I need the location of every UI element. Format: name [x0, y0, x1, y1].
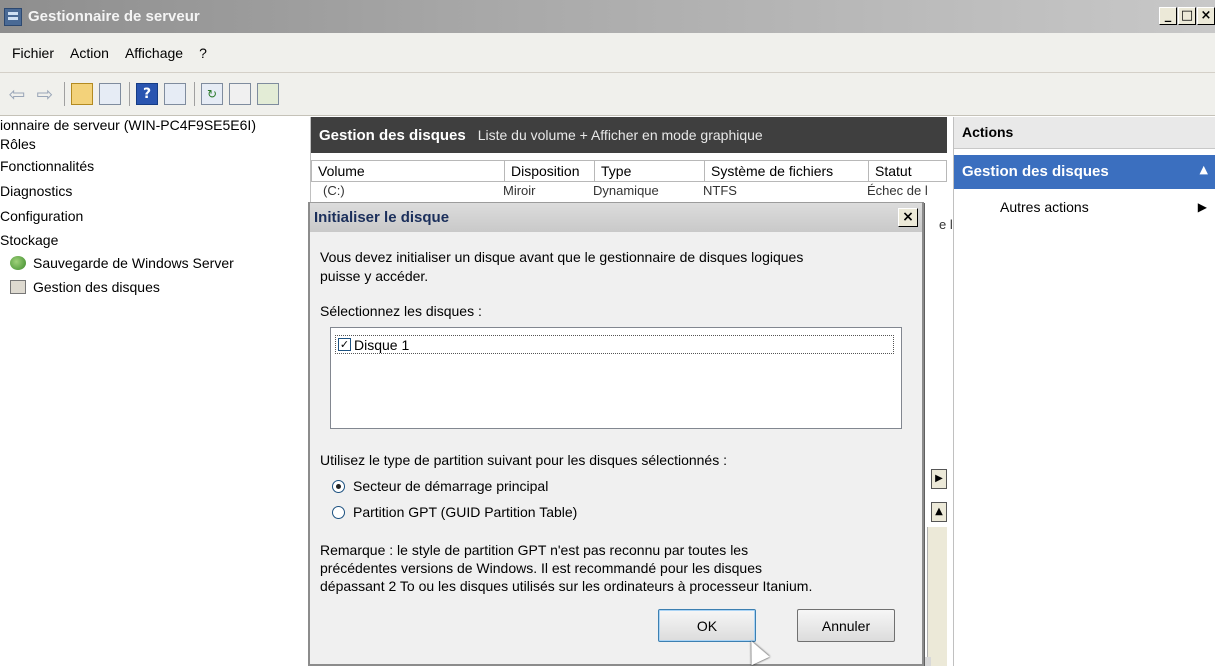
toolbar-separator — [129, 82, 130, 106]
row-statut: Échec de l — [867, 183, 928, 198]
volume-column-headers: Volume Disposition Type Système de fichi… — [311, 160, 947, 182]
toolbar: ⇦ ⇨ ? ↻ — [0, 73, 1215, 116]
server-manager-icon — [4, 7, 22, 26]
action-autres-actions[interactable]: Autres actions — [1000, 199, 1089, 215]
note-line1: Remarque : le style de partition GPT n'e… — [320, 542, 749, 558]
initialize-disk-dialog: Initialiser le disque × Vous devez initi… — [308, 202, 924, 666]
menu-action[interactable]: Action — [70, 45, 109, 61]
column-volume[interactable]: Volume — [311, 160, 505, 182]
mbr-radio[interactable] — [332, 479, 345, 493]
tree-root[interactable]: ionnaire de serveur (WIN-PC4F9SE5E6I) — [0, 117, 256, 133]
tree-item-sauvegarde[interactable]: Sauvegarde de Windows Server — [10, 255, 234, 271]
close-button[interactable]: × — [1197, 7, 1215, 25]
row-fs: NTFS — [703, 183, 737, 198]
tree-item-label: Gestion des disques — [33, 279, 160, 295]
disk-management-icon — [10, 280, 26, 294]
menu-affichage[interactable]: Affichage — [125, 45, 183, 61]
note-line3: dépassant 2 To ou les disques utilisés s… — [320, 578, 813, 594]
ok-button[interactable]: OK — [658, 609, 756, 642]
tree-item-gestion-disques[interactable]: Gestion des disques — [10, 279, 160, 295]
backup-icon — [10, 256, 26, 270]
center-header-subtitle: Liste du volume + Afficher en mode graph… — [477, 127, 763, 143]
actions-section-label: Gestion des disques — [962, 163, 1109, 180]
window-title: Gestionnaire de serveur — [28, 8, 200, 25]
disk-1-label: Disque 1 — [354, 336, 410, 353]
column-systeme-fichiers[interactable]: Système de fichiers — [705, 160, 869, 182]
column-disposition[interactable]: Disposition — [505, 160, 595, 182]
back-arrow-icon[interactable]: ⇦ — [6, 82, 28, 106]
dialog-titlebar: Initialiser le disque × — [310, 202, 922, 232]
column-statut[interactable]: Statut — [869, 160, 947, 182]
tree-item-configuration[interactable]: Configuration — [0, 208, 83, 224]
row-disposition: Miroir — [503, 183, 536, 198]
actions-section-gestion-disques[interactable]: Gestion des disques ▲ — [954, 155, 1215, 189]
column-type[interactable]: Type — [595, 160, 705, 182]
tree-item-stockage[interactable]: Stockage — [0, 232, 58, 248]
scroll-right-icon[interactable]: ▶ — [931, 469, 947, 489]
gpt-radio[interactable] — [332, 505, 345, 519]
scroll-up-icon[interactable]: ▲ — [931, 502, 947, 522]
gpt-option[interactable]: Partition GPT (GUID Partition Table) — [332, 504, 577, 520]
toolbar-separator — [194, 82, 195, 106]
tree-item-diagnostics[interactable]: Diagnostics — [0, 183, 72, 199]
maximize-button[interactable]: □ — [1178, 7, 1196, 25]
action-pane-icon[interactable] — [164, 83, 186, 105]
console-tree: ionnaire de serveur (WIN-PC4F9SE5E6I) Rô… — [0, 117, 306, 666]
cancel-button[interactable]: Annuler — [797, 609, 895, 642]
select-disks-label: Sélectionnez les disques : — [320, 303, 482, 319]
window-titlebar: Gestionnaire de serveur _ □ × — [0, 0, 1215, 33]
list-item[interactable]: ✓ Disque 1 — [335, 335, 894, 354]
menu-fichier[interactable]: Fichier — [12, 45, 54, 61]
center-header: Gestion des disques Liste du volume + Af… — [311, 117, 947, 153]
console-tree-icon[interactable] — [99, 83, 121, 105]
tree-item-fonctionnalites[interactable]: Fonctionnalités — [0, 158, 94, 174]
menu-bar: Fichier Action Affichage ? — [0, 33, 1215, 73]
actions-panel: Actions Gestion des disques ▲ Autres act… — [953, 117, 1215, 666]
mbr-option[interactable]: Secteur de démarrage principal — [332, 478, 548, 494]
tree-item-label: Sauvegarde de Windows Server — [33, 255, 234, 271]
up-folder-icon[interactable] — [71, 83, 93, 105]
dialog-title: Initialiser le disque — [314, 209, 450, 226]
disk-list[interactable]: ✓ Disque 1 — [330, 327, 902, 429]
dialog-intro-line2: puisse y accéder. — [320, 268, 429, 284]
scrollbar[interactable] — [927, 527, 947, 666]
tree-item-roles[interactable]: Rôles — [0, 136, 36, 152]
mbr-label: Secteur de démarrage principal — [353, 478, 549, 494]
partition-type-label: Utilisez le type de partition suivant po… — [320, 452, 727, 468]
properties-icon[interactable] — [229, 83, 251, 105]
table-row[interactable]: (C:) Miroir Dynamique NTFS Échec de l — [323, 183, 928, 198]
collapse-icon[interactable]: ▲ — [1200, 163, 1208, 181]
toolbar-separator — [64, 82, 65, 106]
dialog-intro-line1: Vous devez initialiser un disque avant q… — [320, 249, 804, 265]
export-icon[interactable] — [257, 83, 279, 105]
submenu-arrow-icon: ▶ — [1197, 200, 1207, 214]
window-controls: _ □ × — [1158, 7, 1215, 25]
disk-1-checkbox[interactable]: ✓ — [338, 338, 351, 351]
help-icon[interactable]: ? — [136, 83, 158, 105]
row-volume: (C:) — [323, 183, 345, 198]
gpt-label: Partition GPT (GUID Partition Table) — [353, 504, 578, 520]
actions-header: Actions — [954, 117, 1215, 149]
forward-arrow-icon[interactable]: ⇨ — [34, 82, 56, 106]
minimize-button[interactable]: _ — [1159, 7, 1177, 25]
menu-help[interactable]: ? — [199, 45, 207, 61]
refresh-icon[interactable]: ↻ — [201, 83, 223, 105]
center-header-title: Gestion des disques — [319, 126, 466, 144]
dialog-close-button[interactable]: × — [898, 208, 918, 227]
row-type: Dynamique — [593, 183, 659, 198]
row-statut-2: e l — [939, 217, 953, 232]
note-line2: précédentes versions de Windows. Il est … — [320, 560, 762, 576]
